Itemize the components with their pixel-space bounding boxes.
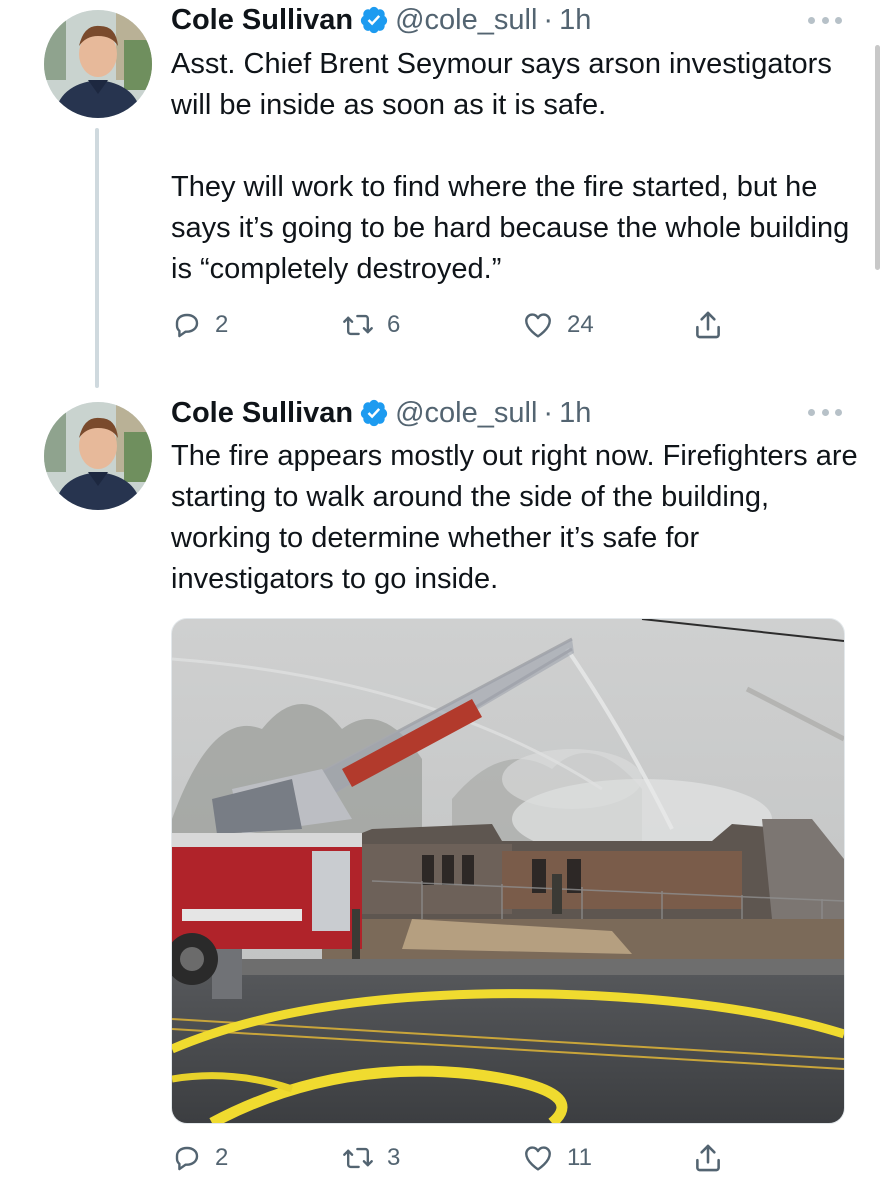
retweet-button[interactable]: 3 [341, 1138, 400, 1178]
tweet-text: The fire appears mostly out right now. F… [171, 440, 858, 595]
heart-icon [521, 1142, 555, 1174]
retweet-icon [341, 309, 375, 341]
timestamp[interactable]: 1h [559, 0, 591, 40]
more-options-icon[interactable] [808, 10, 842, 30]
tweet-actions: 2 3 11 [171, 1138, 751, 1178]
separator-dot: · [543, 4, 554, 36]
like-count: 24 [567, 311, 594, 338]
tweet-1[interactable]: Cole Sullivan @cole_sull · 1h Asst. Chie… [0, 0, 886, 390]
tweet-photo[interactable] [171, 618, 845, 1124]
like-button[interactable]: 24 [521, 305, 594, 345]
share-icon [691, 1141, 725, 1175]
reply-icon [171, 1142, 203, 1174]
timestamp[interactable]: 1h [559, 393, 591, 433]
avatar[interactable] [44, 402, 152, 510]
author-handle[interactable]: @cole_sull [395, 393, 537, 433]
tweet-2[interactable]: Cole Sullivan @cole_sull · 1h The fire a… [0, 390, 886, 1200]
author-name[interactable]: Cole Sullivan [171, 393, 353, 433]
share-icon [691, 308, 725, 342]
heart-icon [521, 309, 555, 341]
verified-badge-icon [359, 5, 389, 35]
more-options-icon[interactable] [808, 402, 842, 422]
like-button[interactable]: 11 [521, 1138, 592, 1178]
reply-icon [171, 309, 203, 341]
retweet-icon [341, 1142, 375, 1174]
reply-count: 2 [215, 311, 229, 338]
like-count: 11 [567, 1144, 592, 1171]
separator-dot: · [543, 397, 554, 429]
avatar[interactable] [44, 10, 152, 118]
tweet-header: Cole Sullivan @cole_sull · 1h [171, 0, 591, 40]
share-button[interactable] [691, 1138, 725, 1178]
retweet-button[interactable]: 6 [341, 305, 400, 345]
tweet-header: Cole Sullivan @cole_sull · 1h [171, 393, 591, 433]
tweet-actions: 2 6 24 [171, 305, 751, 345]
share-button[interactable] [691, 305, 725, 345]
reply-button[interactable]: 2 [171, 1138, 228, 1178]
author-handle[interactable]: @cole_sull [395, 0, 537, 40]
retweet-count: 6 [387, 311, 401, 338]
reply-count: 2 [215, 1144, 229, 1171]
reply-button[interactable]: 2 [171, 305, 228, 345]
retweet-count: 3 [387, 1144, 401, 1171]
tweet-text: Asst. Chief Brent Seymour says arson inv… [171, 48, 850, 285]
author-name[interactable]: Cole Sullivan [171, 0, 353, 40]
verified-badge-icon [359, 398, 389, 428]
